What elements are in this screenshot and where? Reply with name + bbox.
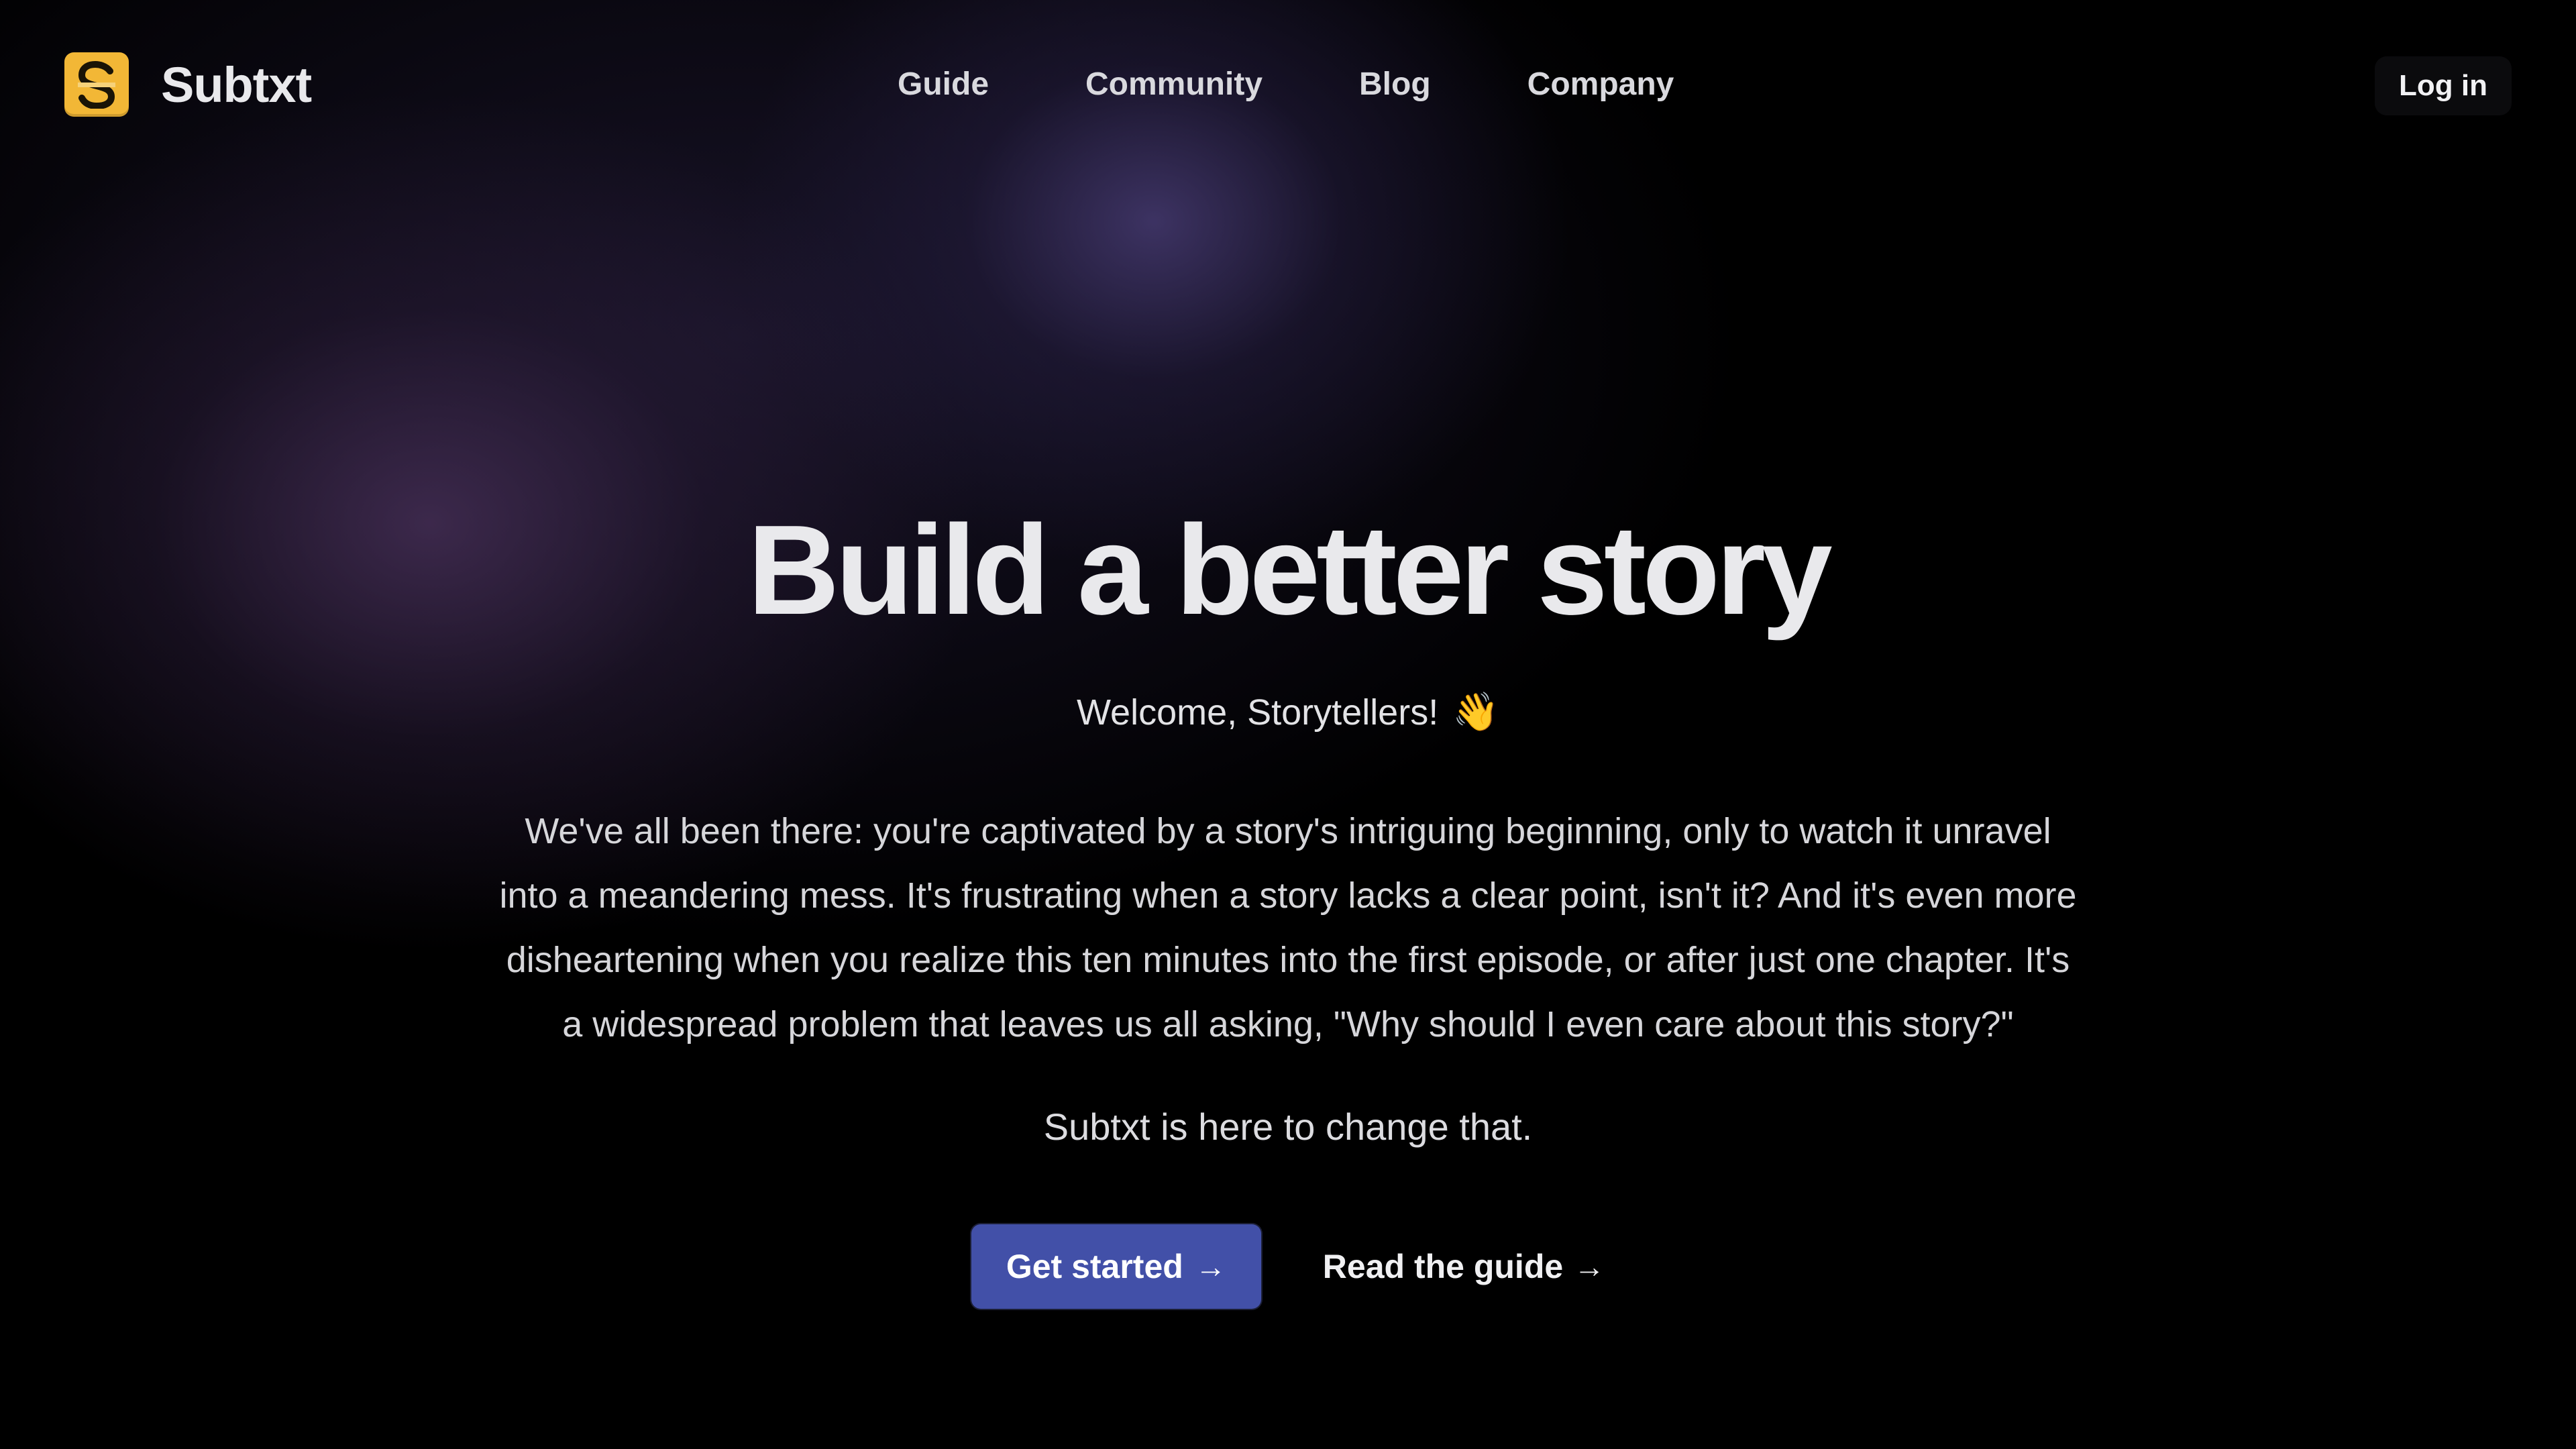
subtxt-logo-icon xyxy=(64,52,129,117)
site-header: Subtxt Guide Community Blog Company Log … xyxy=(0,0,2576,168)
arrow-right-icon: → xyxy=(1574,1249,1605,1284)
read-guide-link[interactable]: Read the guide → xyxy=(1323,1247,1605,1286)
hero-tagline: Subtxt is here to change that. xyxy=(1043,1106,1533,1148)
waving-hand-icon: 👋 xyxy=(1452,690,1499,733)
brand-name: Subtxt xyxy=(161,56,312,113)
read-guide-label: Read the guide xyxy=(1322,1248,1564,1285)
nav-guide-link[interactable]: Guide xyxy=(898,64,989,105)
login-button[interactable]: Log in xyxy=(2375,56,2512,115)
nav-community-link[interactable]: Community xyxy=(1085,64,1263,105)
hero-subtitle: Welcome, Storytellers! 👋 xyxy=(0,688,2576,736)
get-started-label: Get started xyxy=(1006,1248,1183,1285)
main-nav: Guide Community Blog Company xyxy=(898,64,1674,105)
hero-description: We've all been there: you're captivated … xyxy=(499,811,2077,1044)
landing-page: Subtxt Guide Community Blog Company Log … xyxy=(0,0,2576,1449)
brand-home-link[interactable]: Subtxt xyxy=(64,52,312,117)
nav-company-link[interactable]: Company xyxy=(1527,64,1674,105)
cta-row: Get started → Read the guide → xyxy=(0,1224,2576,1309)
logo-s-glyph xyxy=(78,60,115,109)
welcome-text: Welcome, Storytellers! xyxy=(1077,692,1439,733)
hero-title: Build a better story xyxy=(747,499,1832,641)
nav-blog-link[interactable]: Blog xyxy=(1359,64,1431,105)
hero-section: Build a better story Welcome, Storytelle… xyxy=(0,496,2576,1309)
get-started-button[interactable]: Get started → xyxy=(971,1224,1261,1309)
arrow-right-icon: → xyxy=(1195,1249,1226,1284)
